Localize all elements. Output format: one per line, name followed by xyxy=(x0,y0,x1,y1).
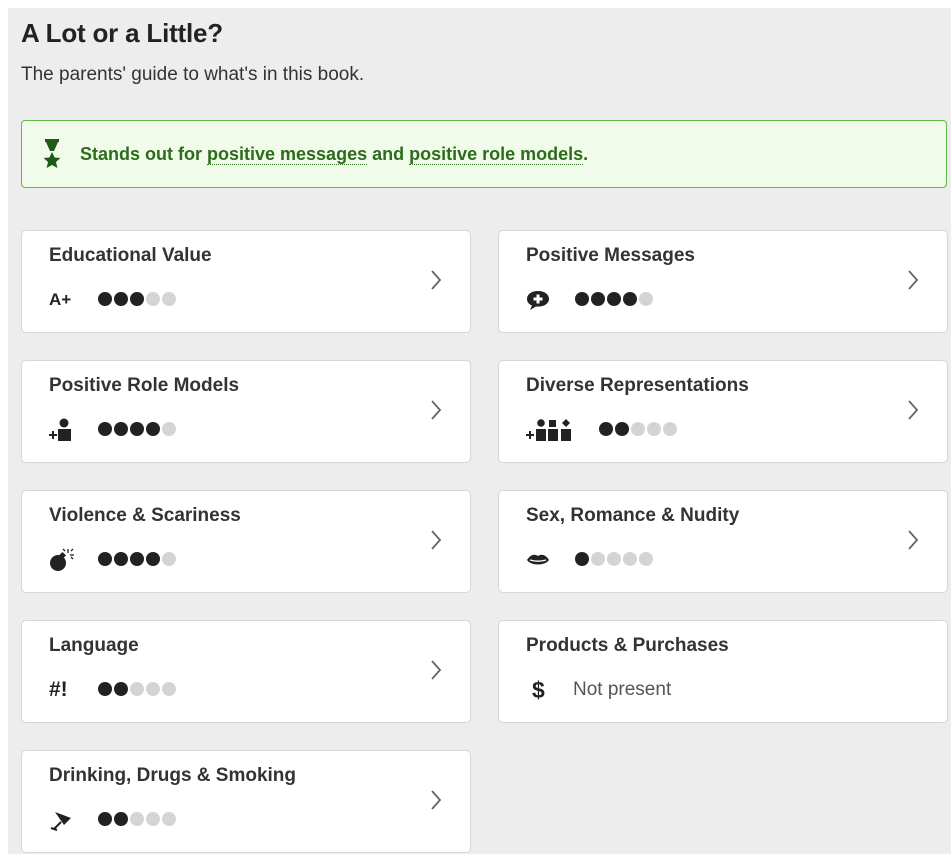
speech-bubble-plus-icon xyxy=(526,287,566,313)
people-group-plus-icon xyxy=(526,417,586,443)
rating-dots xyxy=(98,812,176,826)
bomb-icon xyxy=(49,547,89,573)
rating-dot-filled xyxy=(130,422,144,436)
rating-dot-empty xyxy=(631,422,645,436)
chevron-right-icon xyxy=(908,400,919,420)
rating-dots xyxy=(599,422,677,436)
rating-dot-filled xyxy=(599,422,613,436)
dollar-icon: $ xyxy=(526,677,566,703)
card-label: Products & Purchases xyxy=(526,635,729,656)
rating-dot-empty xyxy=(162,552,176,566)
chevron-right-icon xyxy=(431,270,442,290)
award-icon xyxy=(43,139,61,168)
rating-dot-filled xyxy=(114,812,128,826)
rating-dot-filled xyxy=(114,552,128,566)
dollar-icon-text: $ xyxy=(532,676,545,703)
rating-dot-empty xyxy=(146,292,160,306)
rating-dot-empty xyxy=(162,812,176,826)
rating-dot-filled xyxy=(607,292,621,306)
card-educational-value[interactable]: Educational Value A+ xyxy=(21,230,471,333)
card-positive-messages[interactable]: Positive Messages xyxy=(498,230,948,333)
chevron-right-icon xyxy=(431,400,442,420)
rating-dot-filled xyxy=(623,292,637,306)
rating-dot-filled xyxy=(146,552,160,566)
educational-icon-text: A+ xyxy=(49,290,72,309)
rating-dot-filled xyxy=(98,682,112,696)
card-label: Positive Role Models xyxy=(49,375,240,396)
language-icon-text: #! xyxy=(49,678,68,701)
rating-dot-filled xyxy=(98,812,112,826)
card-label: Diverse Representations xyxy=(526,375,749,396)
section-title: A Lot or a Little? xyxy=(21,18,223,48)
not-present-text: Not present xyxy=(573,679,672,700)
positive-role-models-link[interactable]: positive role models xyxy=(409,143,584,165)
card-positive-role-models[interactable]: Positive Role Models xyxy=(21,360,471,463)
stands-out-prefix: Stands out for xyxy=(80,143,207,164)
educational-icon: A+ xyxy=(49,287,89,313)
rating-dot-empty xyxy=(639,552,653,566)
stands-out-suffix: . xyxy=(583,143,589,164)
rating-dot-empty xyxy=(623,552,637,566)
card-label: Educational Value xyxy=(49,245,212,266)
parents-guide-panel: A Lot or a Little? The parents' guide to… xyxy=(8,8,951,854)
rating-dot-filled xyxy=(615,422,629,436)
rating-dot-filled xyxy=(98,552,112,566)
rating-dot-filled xyxy=(130,552,144,566)
rating-dot-filled xyxy=(130,292,144,306)
card-diverse-representations[interactable]: Diverse Representations xyxy=(498,360,948,463)
card-label: Language xyxy=(49,635,139,656)
rating-dot-empty xyxy=(130,812,144,826)
positive-messages-link[interactable]: positive messages xyxy=(207,143,368,165)
chevron-right-icon xyxy=(431,790,442,810)
card-label: Positive Messages xyxy=(526,245,695,266)
card-label: Drinking, Drugs & Smoking xyxy=(49,765,297,786)
chevron-right-icon xyxy=(908,530,919,550)
stands-out-middle: and xyxy=(367,143,410,164)
rating-dot-filled xyxy=(114,292,128,306)
language-icon: #! xyxy=(49,677,89,703)
chevron-right-icon xyxy=(908,270,919,290)
chevron-right-icon xyxy=(431,660,442,680)
rating-dot-empty xyxy=(162,292,176,306)
drink-icon xyxy=(49,807,89,833)
rating-dot-empty xyxy=(162,422,176,436)
card-label: Sex, Romance & Nudity xyxy=(526,505,740,526)
card-sex-romance-nudity[interactable]: Sex, Romance & Nudity xyxy=(498,490,948,593)
rating-dots xyxy=(98,682,176,696)
card-drinking-drugs-smoking[interactable]: Drinking, Drugs & Smoking xyxy=(21,750,471,853)
rating-dot-empty xyxy=(162,682,176,696)
stands-out-text: Stands out for positive messages and pos… xyxy=(80,143,589,165)
rating-dot-filled xyxy=(146,422,160,436)
card-violence-scariness[interactable]: Violence & Scariness xyxy=(21,490,471,593)
rating-dot-empty xyxy=(130,682,144,696)
rating-dot-empty xyxy=(639,292,653,306)
rating-dots xyxy=(575,552,653,566)
rating-dot-filled xyxy=(114,422,128,436)
rating-dot-empty xyxy=(591,552,605,566)
rating-dots xyxy=(98,422,176,436)
rating-dot-empty xyxy=(663,422,677,436)
section-subtitle: The parents' guide to what's in this boo… xyxy=(21,64,365,85)
rating-dots xyxy=(98,552,176,566)
card-label: Violence & Scariness xyxy=(49,505,241,526)
card-products-purchases: Products & Purchases $ Not present xyxy=(498,620,948,723)
rating-dot-filled xyxy=(575,552,589,566)
stands-out-banner: Stands out for positive messages and pos… xyxy=(21,120,947,188)
card-language[interactable]: Language #! xyxy=(21,620,471,723)
rating-dot-empty xyxy=(607,552,621,566)
rating-dot-filled xyxy=(575,292,589,306)
rating-dots xyxy=(98,292,176,306)
person-plus-icon xyxy=(49,417,89,443)
rating-dots xyxy=(575,292,653,306)
rating-dot-empty xyxy=(146,682,160,696)
rating-dot-filled xyxy=(98,292,112,306)
rating-dot-filled xyxy=(591,292,605,306)
rating-dot-empty xyxy=(647,422,661,436)
lips-icon xyxy=(526,547,566,573)
rating-dot-filled xyxy=(114,682,128,696)
chevron-right-icon xyxy=(431,530,442,550)
rating-dot-empty xyxy=(146,812,160,826)
rating-dot-filled xyxy=(98,422,112,436)
